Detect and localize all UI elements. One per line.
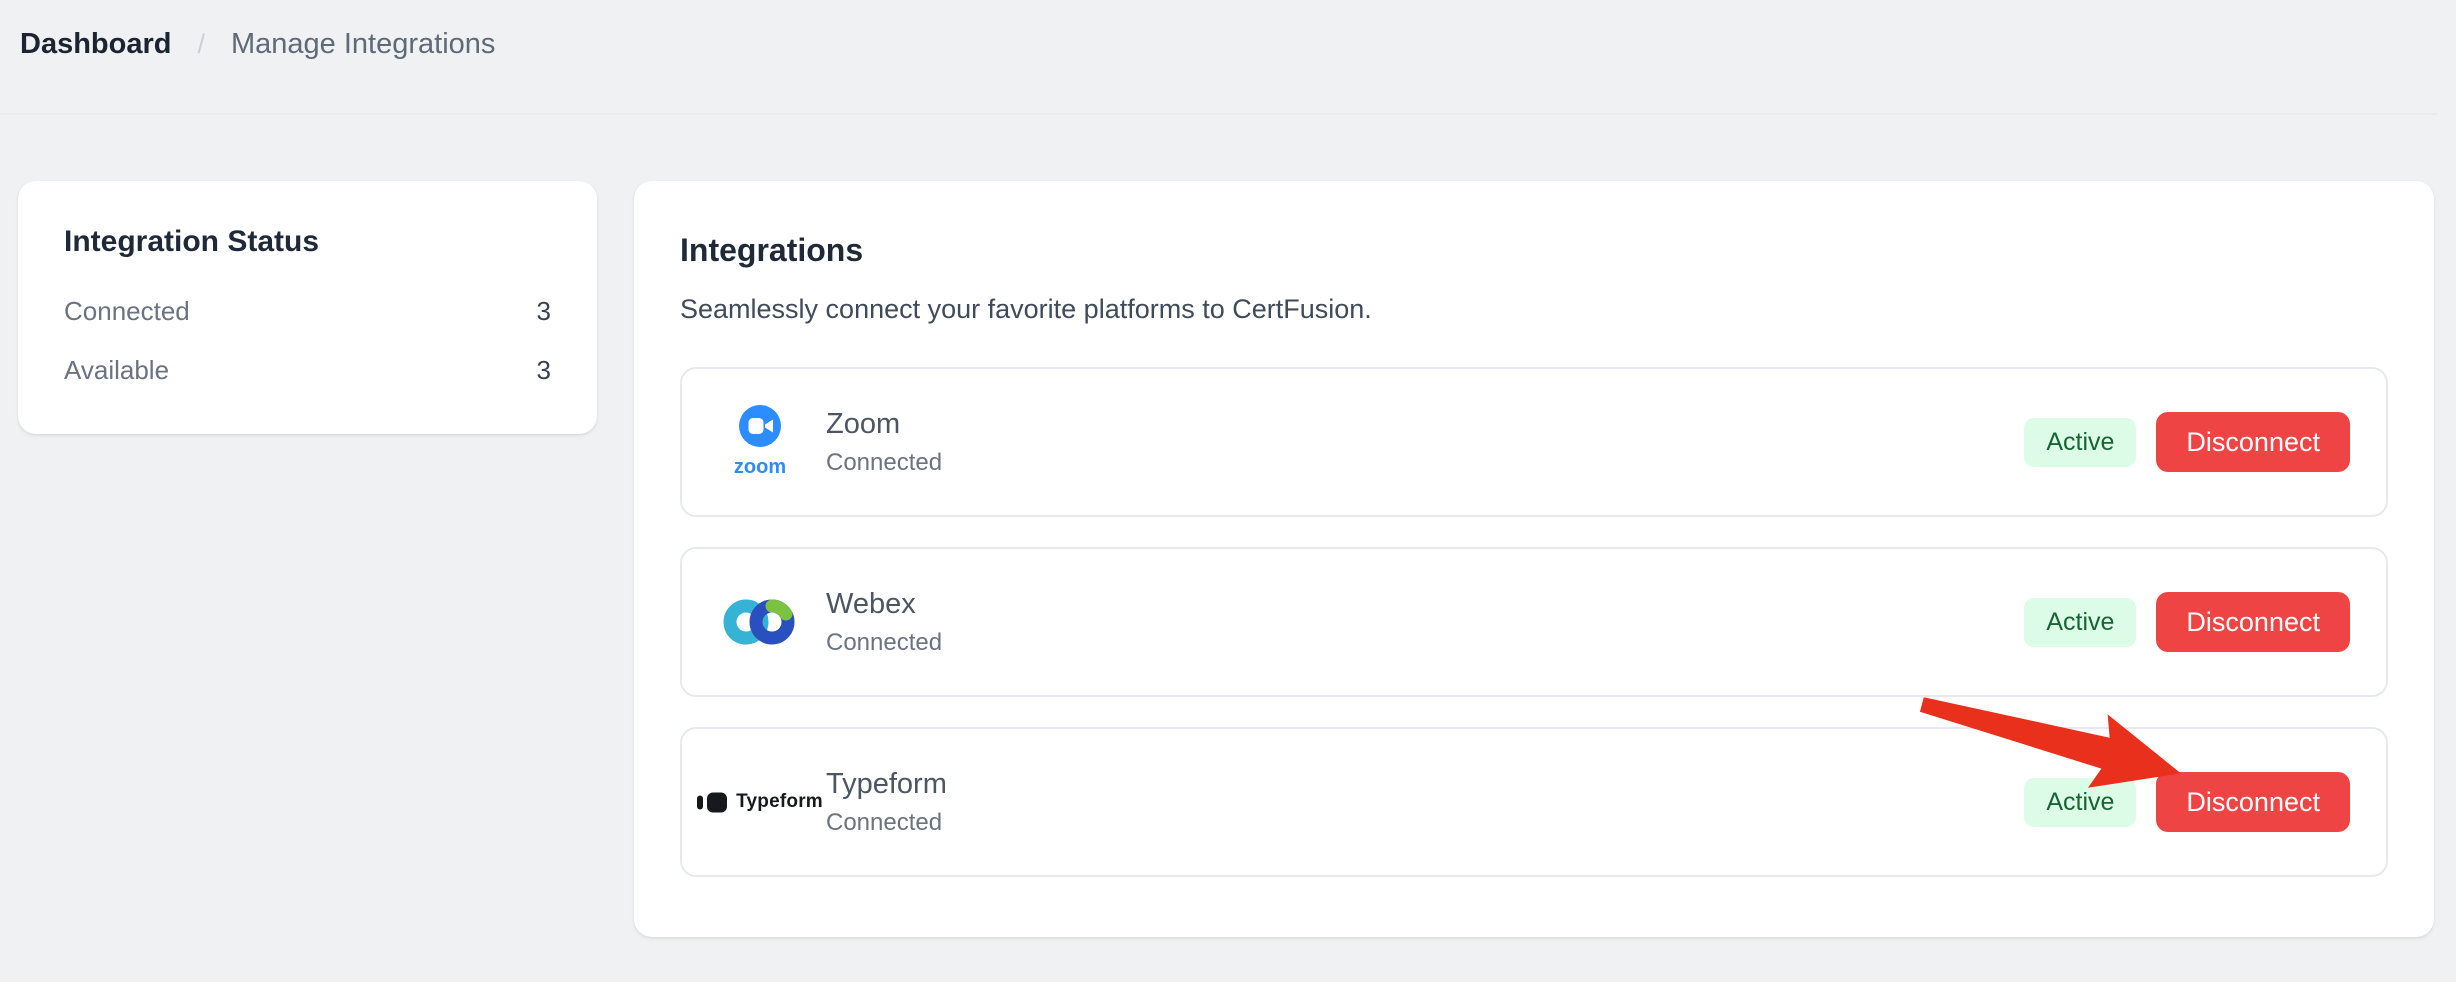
connected-count: 3 [537,295,551,327]
integration-list: zoom Zoom Connected Active Disconnect [680,367,2388,877]
zoom-actions: Active Disconnect [2024,412,2350,472]
integration-row-typeform: Typeform Typeform Connected Active Disco… [680,727,2388,877]
typeform-name-col: Typeform Connected [826,767,947,837]
typeform-actions: Active Disconnect [2024,772,2350,832]
webex-logo-icon [720,591,800,653]
integration-name: Webex [826,587,942,621]
zoom-disconnect-button[interactable]: Disconnect [2156,412,2350,472]
status-card-title: Integration Status [64,223,551,261]
status-row-available: Available 3 [64,354,551,386]
integration-row-zoom: zoom Zoom Connected Active Disconnect [680,367,2388,517]
webex-name-col: Webex Connected [826,587,942,657]
active-status-badge: Active [2024,418,2136,467]
typeform-wordmark: Typeform [736,791,823,813]
webex-actions: Active Disconnect [2024,592,2350,652]
breadcrumb: Dashboard / Manage Integrations [20,26,495,62]
status-row-connected: Connected 3 [64,295,551,327]
integration-name: Typeform [826,767,947,801]
typeform-disconnect-button[interactable]: Disconnect [2156,772,2350,832]
active-status-badge: Active [2024,778,2136,827]
breadcrumb-dashboard-link[interactable]: Dashboard [20,26,171,62]
available-count: 3 [537,354,551,386]
webex-disconnect-button[interactable]: Disconnect [2156,592,2350,652]
breadcrumb-current-page: Manage Integrations [231,26,495,62]
active-status-badge: Active [2024,598,2136,647]
breadcrumb-separator: / [197,26,205,62]
integrations-card: Integrations Seamlessly connect your fav… [634,181,2434,937]
svg-text:zoom: zoom [734,456,786,478]
integrations-subtitle: Seamlessly connect your favorite platfor… [680,291,2388,327]
zoom-logo-icon: zoom [720,403,800,481]
integration-status-card: Integration Status Connected 3 Available… [18,181,597,434]
integration-status: Connected [826,629,942,657]
integrations-title: Integrations [680,229,2388,271]
integration-status: Connected [826,449,942,477]
status-card-rows: Connected 3 Available 3 [64,295,551,386]
connected-label: Connected [64,295,190,327]
typeform-logo-icon: Typeform [720,791,800,813]
integration-status: Connected [826,809,947,837]
integration-name: Zoom [826,407,942,441]
integration-row-webex: Webex Connected Active Disconnect [680,547,2388,697]
zoom-name-col: Zoom Connected [826,407,942,477]
available-label: Available [64,354,169,386]
header-divider [0,113,2438,115]
